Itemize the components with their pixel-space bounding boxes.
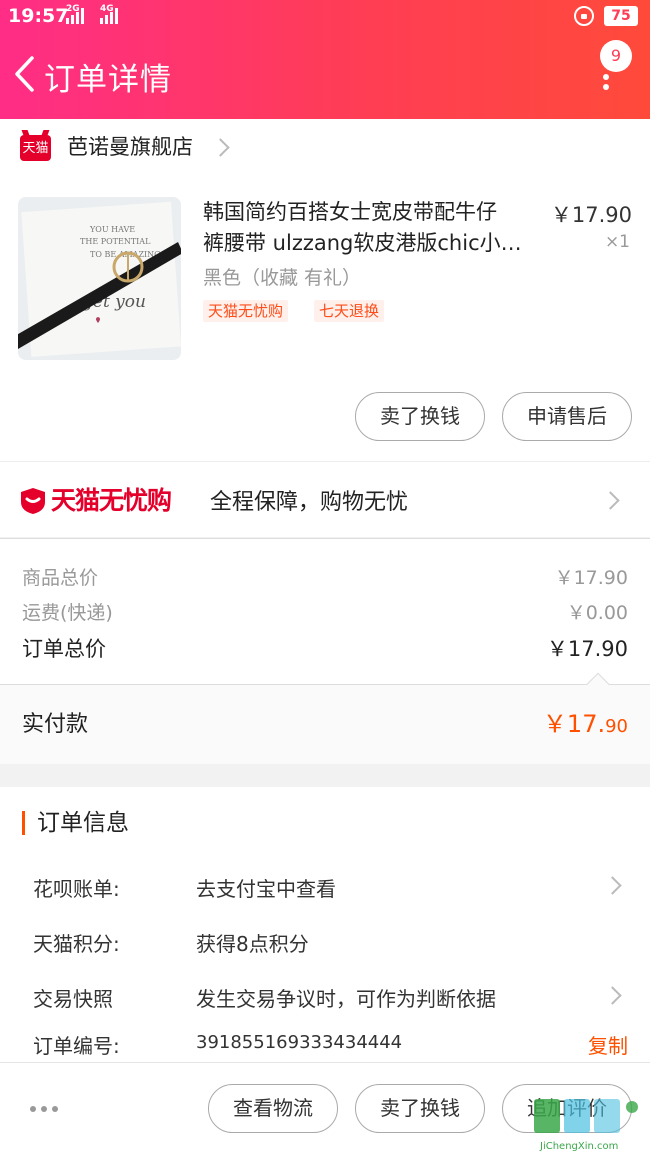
back-arrow-icon[interactable] [12,55,38,93]
info-label: 花呗账单: [33,877,120,901]
image-text-2: THE POTENTIAL [80,237,151,246]
watermark-text: JiChengXin.com [539,1141,618,1152]
rotation-lock-icon [574,6,594,26]
product-title[interactable]: 韩国简约百搭女士宽皮带配牛仔 裤腰带 ulzzang软皮港版chic小… [203,197,533,259]
status-time: 19:57 [8,5,69,27]
product-quantity: ×1 [604,232,630,252]
order-total-label: 订单总价 [22,637,106,661]
product-price: ￥17.90 [550,203,632,227]
shipping-label: 运费(快递) [22,602,113,624]
guarantee-brand: 天猫无忧购 [51,486,172,515]
actual-payment-value: ￥17.90 [543,704,628,739]
battery-icon: 75 [604,6,638,26]
shield-icon [21,488,45,514]
apply-aftersale-button[interactable]: 申请售后 [502,392,632,441]
chevron-right-icon [603,986,622,1005]
product-image[interactable]: YOU HAVE THE POTENTIAL TO BE AMAZING get… [18,197,181,360]
shipping-row: 运费(快递) ￥0.00 [22,598,628,625]
order-number-value: 391855169333434444 [196,1032,403,1053]
chevron-right-icon[interactable] [211,138,230,157]
order-info-section: 订单信息 花呗账单: 去支付宝中查看 天猫积分: 获得8点积分 交易快照 发生交… [0,787,650,1063]
info-label: 订单编号: [33,1034,120,1058]
sell-for-cash-button[interactable]: 卖了换钱 [355,392,485,441]
guarantee-text: 全程保障，购物无忧 [210,490,409,515]
sim1-label: 2G [66,4,80,14]
sim2-label: 4G [100,4,114,14]
page-title: 订单详情 [44,62,172,98]
goods-total-label: 商品总价 [22,567,99,589]
signal-icon: 2G [66,4,84,24]
goods-total-row: 商品总价 ￥17.90 [22,563,628,590]
signal-icon: 4G [100,4,118,24]
order-total-row: 订单总价 ￥17.90 [22,633,628,663]
order-total-value: ￥17.90 [546,637,628,661]
goods-total-value: ￥17.90 [554,567,628,589]
app-header: 19:57 2G 4G 75 订单详情 9 [0,0,650,119]
actual-payment-row: 实付款 ￥17.90 [0,672,650,764]
info-label: 交易快照 [33,987,113,1011]
info-value: 去支付宝中查看 [196,877,336,901]
shipping-value: ￥0.00 [566,602,628,624]
copy-order-number-button[interactable]: 复制 [588,1030,628,1059]
guarantee-banner[interactable]: 天猫无忧购 全程保障，购物无忧 [0,461,650,537]
order-info-title: 订单信息 [22,811,129,835]
info-value: 获得8点积分 [196,932,309,956]
notification-badge: 9 [600,40,632,72]
tmall-logo-icon: 天猫 [20,135,51,161]
view-logistics-button[interactable]: 查看物流 [208,1084,338,1133]
store-card: 天猫 芭诺曼旗舰店 YOU HAVE THE POTENTIAL TO BE A… [0,119,650,461]
product-title-line1: 韩国简约百搭女士宽皮带配牛仔 [203,200,497,224]
more-menu-button[interactable]: 9 [590,36,632,96]
tag-worry-free: 天猫无忧购 [203,300,289,322]
store-name[interactable]: 芭诺曼旗舰店 [67,131,193,161]
more-vertical-icon [603,74,609,94]
info-label: 天猫积分: [33,932,120,956]
product-title-line2: 裤腰带 ulzzang软皮港版chic小… [203,231,522,255]
product-spec: 黑色（收藏 有礼） [203,267,362,289]
more-horizontal-icon[interactable] [30,1106,58,1112]
status-bar: 19:57 2G 4G 75 [0,0,650,34]
chevron-right-icon [601,491,620,510]
actual-payment-main: ￥17. [542,710,606,738]
product-photo-illustration: YOU HAVE THE POTENTIAL TO BE AMAZING get… [18,197,181,360]
actual-payment-label: 实付款 [22,712,89,737]
info-value: 发生交易争议时，可作为判断依据 [196,987,496,1011]
actual-payment-cents: 90 [605,716,628,737]
price-summary: 商品总价 ￥17.90 运费(快递) ￥0.00 订单总价 ￥17.90 [0,538,650,684]
image-text-1: YOU HAVE [89,225,135,234]
sell-for-cash-bottom-button[interactable]: 卖了换钱 [355,1084,485,1133]
bottom-action-bar: 查看物流 卖了换钱 追加评价 JiChengXin.com [0,1062,650,1155]
tag-seven-day-return: 七天退换 [314,300,385,322]
chevron-right-icon [603,876,622,895]
watermark-logo: JiChengXin.com [534,1099,638,1152]
